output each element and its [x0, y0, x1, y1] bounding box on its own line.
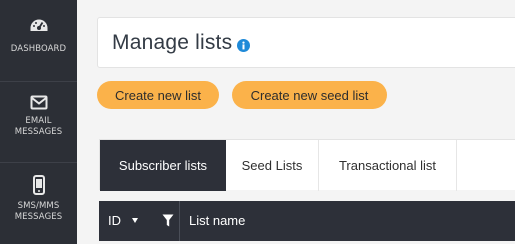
column-header-list-name[interactable]: List name [189, 213, 245, 228]
divider [0, 81, 77, 82]
column-header-id[interactable]: ID [108, 213, 121, 228]
sort-caret-icon[interactable] [132, 218, 138, 223]
gauge-icon [30, 19, 47, 31]
create-new-seed-list-button[interactable]: Create new seed list [232, 81, 387, 109]
page-header: Manage lists [97, 17, 515, 68]
tab-seed-lists[interactable]: Seed Lists [226, 140, 319, 191]
sidebar-item-sms-mms-messages[interactable]: SMS/MMS MESSAGES [0, 175, 77, 223]
table-header: ID List name [99, 201, 515, 241]
tab-subscriber-lists[interactable]: Subscriber lists [100, 140, 226, 191]
create-new-list-button[interactable]: Create new list [97, 81, 219, 109]
page-title: Manage lists [112, 31, 233, 54]
sidebar: DASHBOARD EMAIL MESSAGES SMS/MMS MESSAGE… [0, 0, 77, 244]
sidebar-item-label: SMS/MMS MESSAGES [14, 201, 63, 222]
sidebar-item-dashboard[interactable]: DASHBOARD [0, 18, 77, 55]
divider [0, 162, 77, 163]
filter-icon[interactable] [162, 214, 174, 227]
sidebar-item-label: DASHBOARD [10, 44, 67, 54]
sidebar-item-label: EMAIL MESSAGES [14, 116, 63, 137]
mobile-phone-icon [32, 175, 45, 195]
info-icon[interactable] [237, 39, 250, 52]
tab-transactional-list[interactable]: Transactional list [319, 140, 457, 191]
sidebar-item-email-messages[interactable]: EMAIL MESSAGES [0, 95, 77, 138]
list-tabs: Subscriber lists Seed Lists Transactiona… [99, 139, 515, 191]
envelope-icon [30, 95, 47, 110]
column-divider [179, 201, 180, 241]
